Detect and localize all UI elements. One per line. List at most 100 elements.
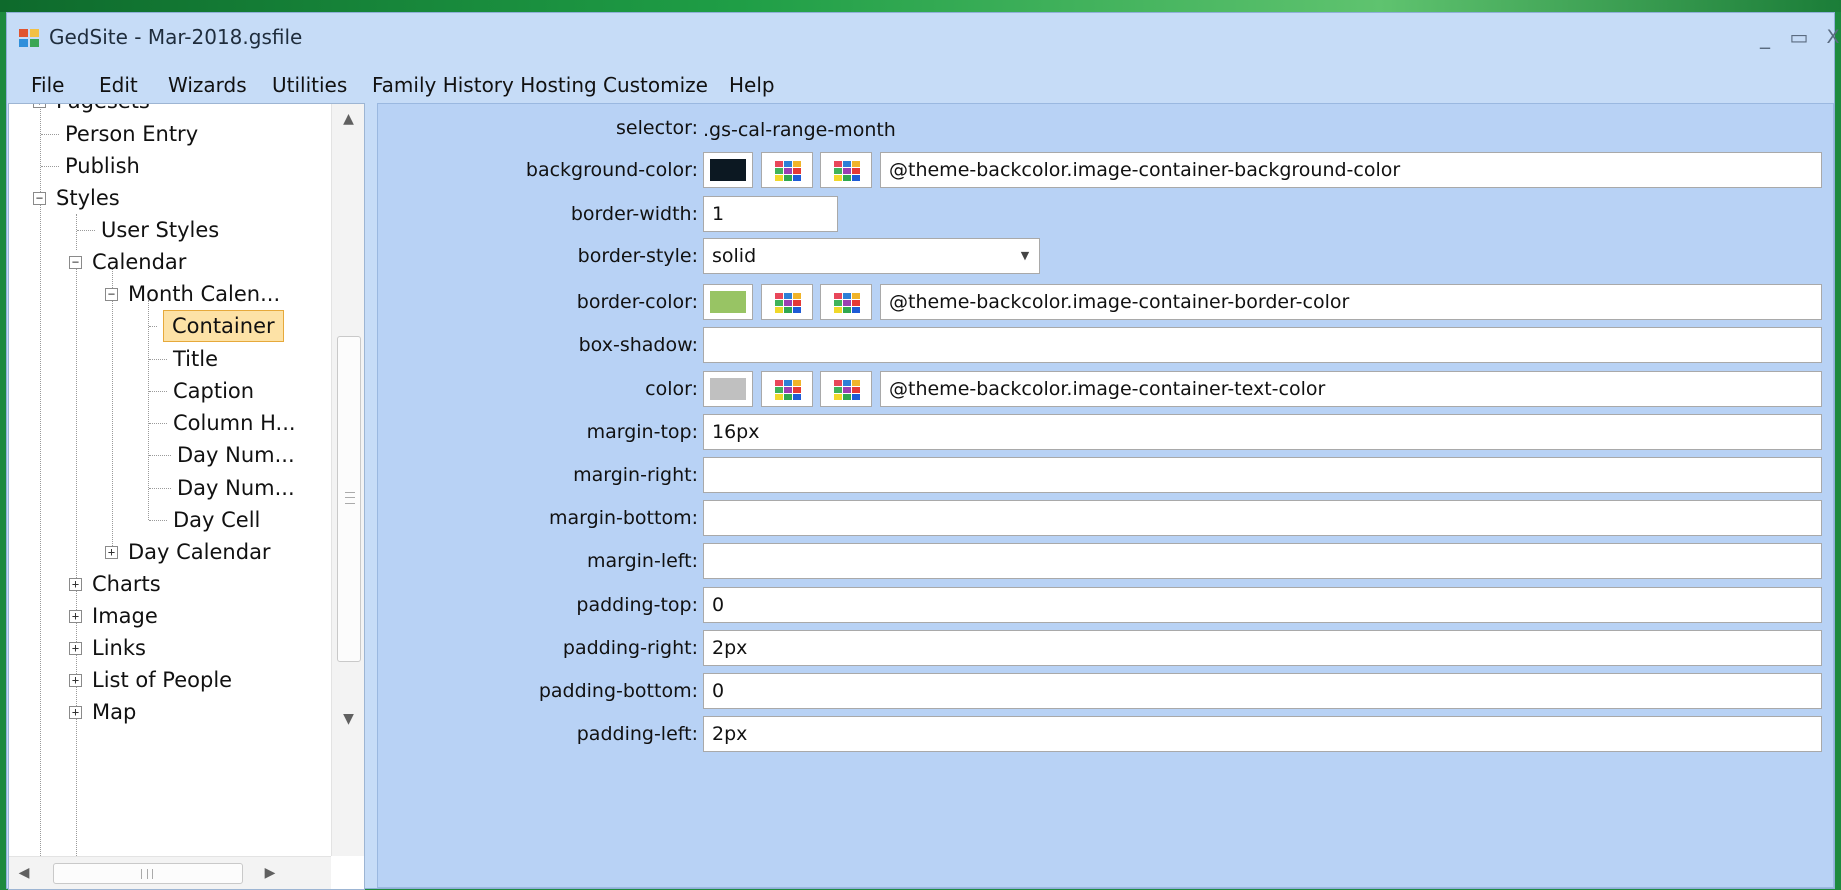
menu-customize[interactable]: Customize — [603, 73, 708, 97]
tree-item-label: Map — [92, 700, 137, 724]
expand-icon[interactable]: + — [33, 104, 46, 108]
scroll-left-arrow-icon[interactable]: ◀ — [9, 857, 39, 889]
tree-item-styles[interactable]: − Styles — [33, 181, 120, 215]
styles-tree[interactable]: + Pagesets Person Entry Publish − Styles… — [8, 103, 365, 890]
tree-item-label: Day Cell — [173, 508, 261, 532]
selected-tree-item-label: Container — [163, 310, 284, 342]
tree-item-caption[interactable]: Caption — [149, 374, 254, 408]
padding-right-input[interactable]: 2px — [703, 630, 1822, 666]
tree-item-charts[interactable]: + Charts — [69, 567, 161, 601]
app-window: GedSite - Mar-2018.gsfile _ ▭ X File Edi… — [6, 12, 1840, 890]
tree-guide-line — [40, 104, 41, 856]
style-properties-panel: selector: .gs-cal-range-month background… — [377, 103, 1834, 888]
expand-icon[interactable]: + — [69, 673, 82, 687]
expand-icon[interactable]: + — [69, 577, 82, 591]
tree-item-day-calendar[interactable]: + Day Calendar — [105, 535, 271, 569]
scroll-thumb[interactable] — [53, 863, 243, 884]
menu-edit[interactable]: Edit — [99, 73, 138, 97]
border-color-swatch-button[interactable] — [703, 284, 753, 320]
box-shadow-label: box-shadow: — [578, 334, 698, 356]
text-color-input[interactable]: @theme-backcolor.image-container-text-co… — [880, 371, 1822, 407]
tree-guide-line — [112, 268, 113, 558]
tree-item-column-header[interactable]: Column H... — [149, 406, 296, 440]
theme-palette-button[interactable] — [761, 284, 813, 320]
margin-bottom-input[interactable] — [703, 500, 1822, 536]
collapse-icon[interactable]: − — [105, 287, 118, 301]
tree-connector — [149, 422, 167, 424]
tree-item-title[interactable]: Title — [149, 342, 218, 376]
tree-item-label: Caption — [173, 379, 255, 403]
tree-item-image[interactable]: + Image — [69, 599, 158, 633]
tree-item-label: Charts — [92, 572, 161, 596]
selector-value: .gs-cal-range-month — [703, 119, 896, 141]
chevron-down-icon[interactable]: ▼ — [1017, 248, 1033, 264]
expand-icon[interactable]: + — [69, 641, 82, 655]
tree-item-day-number-1[interactable]: Day Num... — [149, 438, 295, 472]
expand-icon[interactable]: + — [69, 705, 82, 719]
tree-item-map[interactable]: + Map — [69, 695, 136, 729]
border-color-input[interactable]: @theme-backcolor.image-container-border-… — [880, 284, 1822, 320]
border-width-input[interactable]: 1 — [703, 196, 838, 232]
tree-item-links[interactable]: + Links — [69, 631, 146, 665]
tree-connector — [149, 325, 157, 327]
color-palette-button[interactable] — [820, 152, 872, 188]
palette-icon — [834, 380, 860, 400]
title-bar: GedSite - Mar-2018.gsfile _ ▭ X — [7, 13, 1840, 65]
theme-palette-button[interactable] — [761, 152, 813, 188]
tree-item-pagesets[interactable]: + Pagesets — [33, 104, 150, 118]
expand-icon[interactable]: + — [69, 609, 82, 623]
color-palette-button[interactable] — [820, 284, 872, 320]
background-color-input[interactable]: @theme-backcolor.image-container-backgro… — [880, 152, 1822, 188]
padding-bottom-input[interactable]: 0 — [703, 673, 1822, 709]
box-shadow-input[interactable] — [703, 327, 1822, 363]
palette-icon — [775, 380, 801, 400]
margin-left-input[interactable] — [703, 543, 1822, 579]
selector-label: selector: — [616, 117, 698, 139]
padding-top-label: padding-top: — [576, 594, 698, 616]
menu-wizards[interactable]: Wizards — [168, 73, 247, 97]
grip-icon — [141, 869, 153, 879]
color-swatch — [710, 159, 746, 181]
collapse-icon[interactable]: − — [69, 255, 82, 269]
tree-connector — [149, 390, 167, 392]
color-palette-button[interactable] — [820, 371, 872, 407]
text-color-swatch-button[interactable] — [703, 371, 753, 407]
tree-item-month-calendar[interactable]: − Month Calen... — [105, 277, 280, 311]
padding-top-input[interactable]: 0 — [703, 587, 1822, 623]
margin-right-input[interactable] — [703, 457, 1822, 493]
scroll-right-arrow-icon[interactable]: ▶ — [255, 857, 285, 889]
scroll-thumb[interactable] — [337, 336, 361, 662]
tree-item-label: Day Num... — [177, 443, 295, 467]
color-swatch — [710, 291, 746, 313]
tree-item-calendar[interactable]: − Calendar — [69, 245, 186, 279]
menu-help[interactable]: Help — [729, 73, 775, 97]
tree-item-person-entry[interactable]: Person Entry — [41, 117, 198, 151]
tree-item-label: Month Calen... — [128, 282, 281, 306]
background-color-swatch-button[interactable] — [703, 152, 753, 188]
tree-item-label: Title — [173, 347, 219, 371]
app-icon — [19, 29, 39, 47]
tree-item-day-cell[interactable]: Day Cell — [149, 503, 260, 537]
window-title: GedSite - Mar-2018.gsfile — [49, 25, 303, 49]
maximize-button[interactable]: ▭ — [1782, 23, 1816, 51]
theme-palette-button[interactable] — [761, 371, 813, 407]
tree-item-user-styles[interactable]: User Styles — [77, 213, 219, 247]
minimize-button[interactable]: _ — [1748, 23, 1782, 51]
tree-horizontal-scrollbar[interactable]: ◀ ▶ — [9, 856, 331, 889]
tree-item-publish[interactable]: Publish — [41, 149, 140, 183]
border-style-select[interactable]: solid ▼ — [703, 238, 1040, 274]
menu-file[interactable]: File — [31, 73, 64, 97]
padding-left-input[interactable]: 2px — [703, 716, 1822, 752]
menu-family-history-hosting[interactable]: Family History Hosting — [372, 73, 597, 97]
tree-vertical-scrollbar[interactable]: ▲ ▼ — [331, 104, 364, 856]
tree-item-list-of-people[interactable]: + List of People — [69, 663, 232, 697]
expand-icon[interactable]: + — [105, 545, 118, 559]
close-button[interactable]: X — [1816, 23, 1841, 51]
tree-item-container[interactable]: Container — [149, 309, 284, 343]
collapse-icon[interactable]: − — [33, 191, 46, 205]
margin-top-input[interactable]: 16px — [703, 414, 1822, 450]
scroll-up-arrow-icon[interactable]: ▲ — [332, 104, 364, 134]
scroll-down-arrow-icon[interactable]: ▼ — [332, 704, 364, 734]
tree-item-day-number-2[interactable]: Day Num... — [149, 471, 295, 505]
menu-utilities[interactable]: Utilities — [272, 73, 347, 97]
